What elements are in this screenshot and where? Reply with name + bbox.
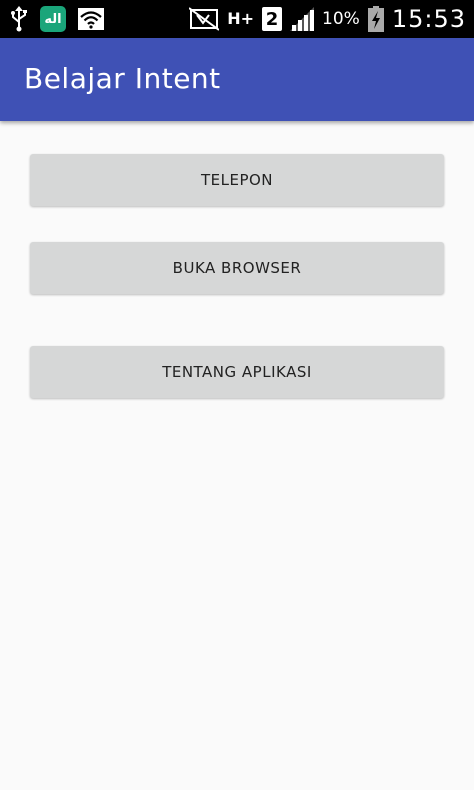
- buka-browser-button[interactable]: BUKA BROWSER: [30, 242, 444, 294]
- status-bar-left: اله: [10, 0, 104, 38]
- sim-slot-indicator: 2: [262, 7, 283, 31]
- battery-charging-icon: [367, 6, 384, 32]
- app-toolbar: Belajar Intent: [0, 38, 474, 121]
- usb-icon: [10, 6, 28, 32]
- battery-percent: 10%: [322, 9, 360, 29]
- telepon-button[interactable]: TELEPON: [30, 154, 444, 206]
- signal-strength-icon: [290, 7, 315, 31]
- status-bar-right: H+ 2 10% 15:53: [189, 0, 466, 38]
- no-sim-icon: [189, 7, 220, 31]
- status-bar: اله H+ 2 10% 15:53: [0, 0, 474, 38]
- tentang-aplikasi-button[interactable]: TENTANG APLIKASI: [30, 346, 444, 398]
- app-title: Belajar Intent: [24, 62, 221, 95]
- wifi-icon: [78, 8, 104, 30]
- app-notification-glyph: اله: [44, 11, 62, 27]
- network-type-label: H+: [227, 9, 255, 28]
- status-clock: 15:53: [391, 5, 466, 33]
- app-notification-icon: اله: [40, 6, 66, 32]
